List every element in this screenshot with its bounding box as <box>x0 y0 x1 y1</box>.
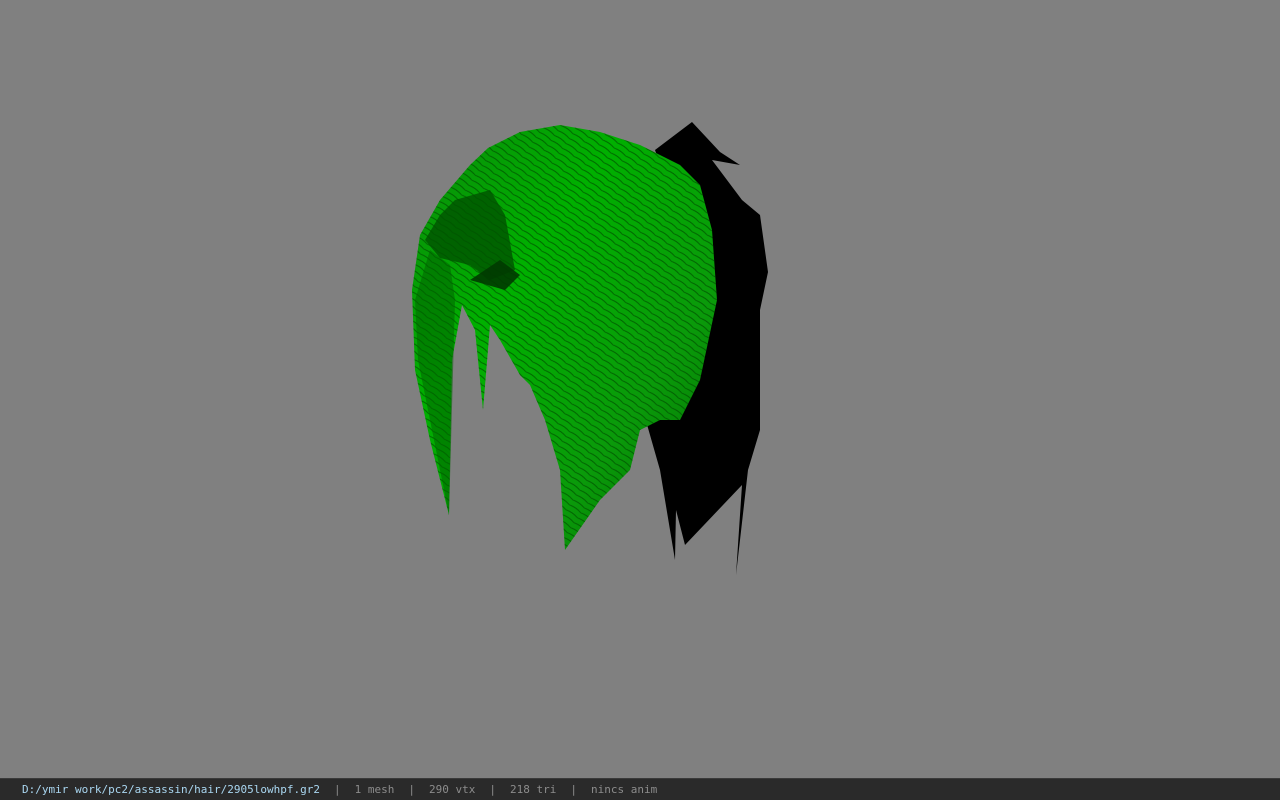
separator: | <box>408 783 416 796</box>
3d-viewport[interactable] <box>0 0 1280 778</box>
mesh-count: 1 mesh <box>354 783 395 796</box>
file-path: D:/ymir work/pc2/assassin/hair/2905lowhp… <box>22 783 321 796</box>
vertex-count: 290 vtx <box>429 783 476 796</box>
triangle-count: 218 tri <box>510 783 557 796</box>
status-bar: D:/ymir work/pc2/assassin/hair/2905lowhp… <box>0 778 1280 800</box>
animation-status: nincs anim <box>590 783 658 796</box>
separator: | <box>489 783 496 796</box>
separator: | <box>570 783 577 796</box>
model-render <box>412 122 768 575</box>
separator: | <box>334 783 341 796</box>
